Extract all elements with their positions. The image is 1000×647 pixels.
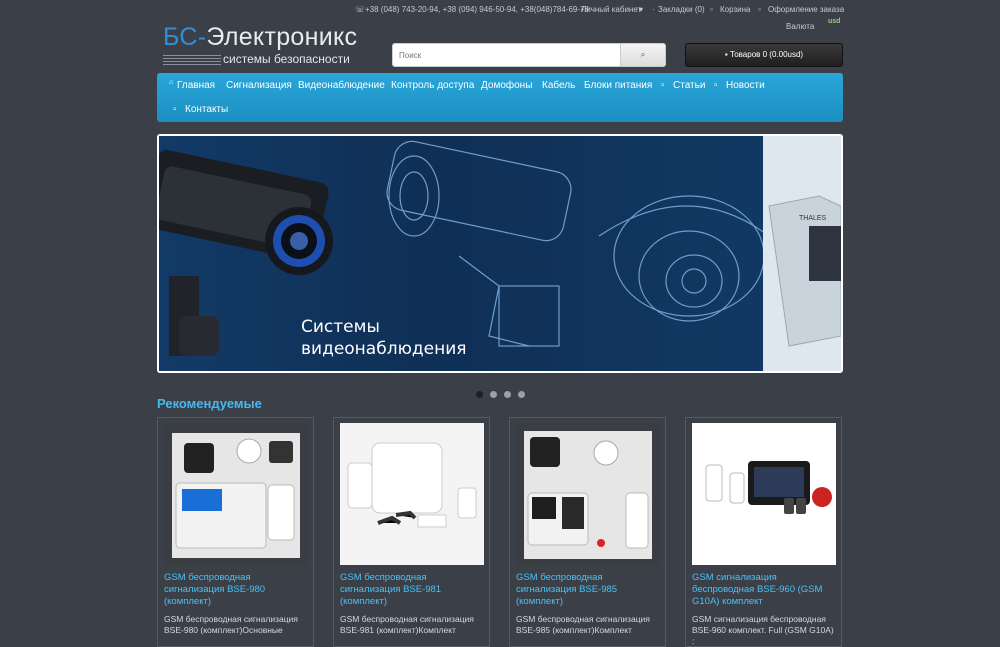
bookmarks-link[interactable]: Закладки (0) [658,5,705,14]
nav-item-contacts[interactable]: Контакты [185,104,228,115]
main-nav: ⌂ Главная Сигнализация Видеонаблюдение К… [157,73,843,122]
product-card[interactable]: GSM беспроводная сигнализация BSE-981 (к… [333,417,490,647]
nav-item-power[interactable]: Блоки питания [584,80,652,91]
account-link[interactable]: Личный кабинет [581,5,641,14]
product-card[interactable]: GSM сигнализация беспроводная BSE-960 (G… [685,417,842,647]
currency-selector[interactable]: Валюта [786,22,814,31]
top-bar: ☏ +38 (048) 743-20-94, +38 (094) 946-50-… [355,5,845,19]
product-desc: GSM беспроводная сигнализация BSE-985 (к… [516,614,650,635]
product-name[interactable]: GSM беспроводная сигнализация BSE-985 (к… [516,572,662,608]
info-icon: ▫ [661,80,665,91]
product-name[interactable]: GSM сигнализация беспроводная BSE-960 (G… [692,572,838,608]
slider-dot-2[interactable] [490,391,497,398]
cart-icon: ▫ [710,5,713,14]
slider-dot-4[interactable] [518,391,525,398]
recommended-title: Рекомендуемые [157,396,262,411]
share-icon: ▫ [758,5,761,14]
product-card[interactable]: GSM беспроводная сигнализация BSE-985 (к… [509,417,666,647]
logo-tagline: системы безопасности [223,52,350,66]
info-icon: ▫ [714,80,718,91]
cart-link[interactable]: Корзина [720,5,750,14]
phone-numbers: +38 (048) 743-20-94, +38 (094) 946-50-94… [365,5,589,14]
cart-button-label: Товаров 0 (0.00usd) [729,50,804,59]
product-name[interactable]: GSM беспроводная сигнализация BSE-981 (к… [340,572,486,608]
product-desc: GSM беспроводная сигнализация BSE-980 (к… [164,614,298,635]
search-icon: ⌕ [640,50,646,59]
product-image[interactable] [164,423,308,565]
slider-dot-3[interactable] [504,391,511,398]
slider-pagination [476,387,532,401]
banner-slide: THALES Системы видеонаблюдения [159,136,841,371]
search-input[interactable] [393,44,619,66]
kiosk-brand: THALES [799,215,827,222]
cart-button[interactable]: ▪ Товаров 0 (0.00usd) [685,43,843,67]
currency-code[interactable]: usd [828,18,840,25]
logo-stripes [163,55,221,65]
nav-item-alarm[interactable]: Сигнализация [226,80,292,91]
logo[interactable]: БС-Электроникс системы безопасности [163,24,373,70]
blueprint-sketch [386,140,770,347]
logo-brand-prefix: БС- [163,23,207,51]
banner-caption: Системы видеонаблюдения [301,316,466,360]
slider-dot-1[interactable] [476,391,483,398]
nav-item-video[interactable]: Видеонаблюдение [298,80,385,91]
cctv-illustration: THALES [159,136,841,371]
chevron-down-icon: ▾ [639,5,644,14]
phone-icon: ☏ [355,5,366,14]
nav-item-articles[interactable]: Статьи [673,80,705,91]
nav-item-home[interactable]: Главная [177,80,215,91]
banner-slider[interactable]: THALES Системы видеонаблюдения [157,134,843,373]
product-card[interactable]: GSM беспроводная сигнализация BSE-980 (к… [157,417,314,647]
product-image[interactable] [692,423,836,565]
product-image[interactable] [516,423,660,565]
banner-caption-line2: видеонаблюдения [301,339,467,359]
logo-brand-name: Электроникс [206,23,358,51]
product-desc: GSM беспроводная сигнализация BSE-981 (к… [340,614,474,635]
nav-item-news[interactable]: Новости [726,80,765,91]
home-icon: ⌂ [169,79,174,86]
info-icon: ▫ [173,104,177,115]
banner-caption-line1: Системы [301,317,380,337]
product-image[interactable] [340,423,484,565]
heart-icon: · [652,5,655,14]
search-button[interactable]: ⌕ [620,43,666,67]
product-name[interactable]: GSM беспроводная сигнализация BSE-980 (к… [164,572,310,608]
nav-item-cable[interactable]: Кабель [542,80,575,91]
search-field[interactable] [392,43,626,67]
nav-item-intercom[interactable]: Домофоны [481,80,532,91]
checkout-link[interactable]: Оформление заказа [768,5,844,14]
nav-item-access[interactable]: Контроль доступа [391,80,474,91]
